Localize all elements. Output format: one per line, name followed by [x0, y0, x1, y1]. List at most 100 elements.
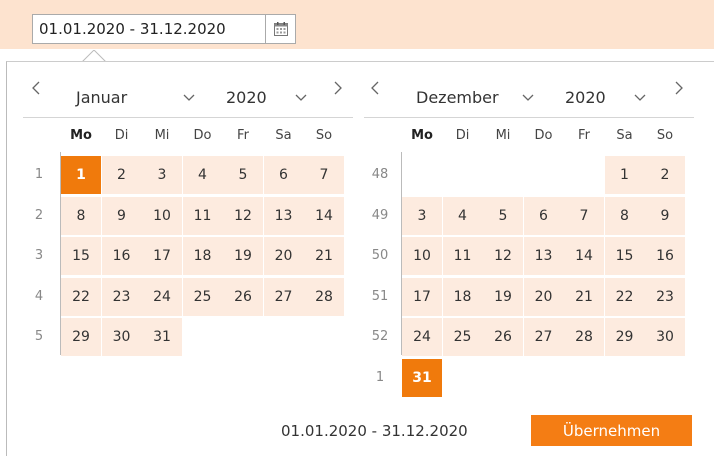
day-cell[interactable]: 19	[223, 237, 263, 275]
day-cell[interactable]: 29	[604, 318, 645, 356]
day-cell[interactable]: 27	[523, 318, 564, 356]
day-cell[interactable]: 1	[604, 156, 645, 194]
week-number: 51	[371, 288, 389, 304]
next-month-button[interactable]	[674, 80, 684, 101]
day-cell[interactable]: 14	[304, 196, 344, 235]
day-cell[interactable]: 30	[645, 318, 685, 356]
month-select[interactable]: Januar	[76, 88, 127, 107]
calendar-header: Dezember 2020	[364, 62, 694, 118]
day-cell[interactable]: 2	[101, 156, 142, 194]
day-cell[interactable]: 11	[442, 237, 483, 275]
day-cell[interactable]: 7	[564, 196, 604, 235]
day-cell[interactable]: 26	[223, 277, 263, 316]
calendar-header: Januar 2020	[23, 62, 353, 118]
day-cell[interactable]: 8	[604, 196, 645, 235]
day-cell[interactable]: 16	[645, 237, 685, 275]
day-cell[interactable]: 12	[223, 196, 263, 235]
day-cell[interactable]: 20	[523, 277, 564, 316]
day-cell[interactable]: 22	[61, 277, 101, 316]
day-cell[interactable]: 13	[263, 196, 304, 235]
day-cell[interactable]: 28	[304, 277, 344, 316]
day-cell[interactable]: 4	[442, 196, 483, 235]
day-cell[interactable]: 6	[263, 156, 304, 194]
day-cell[interactable]: 25	[442, 318, 483, 356]
day-cell[interactable]: 5	[223, 156, 263, 194]
weekday-label: So	[315, 128, 333, 143]
weekday-label: Di	[114, 128, 129, 143]
day-cell[interactable]: 11	[182, 196, 223, 235]
day-cell[interactable]: 24	[142, 277, 182, 316]
day-cell[interactable]: 23	[101, 277, 142, 316]
day-cell[interactable]: 3	[142, 156, 182, 194]
day-cell[interactable]: 4	[182, 156, 223, 194]
date-range-popup: Januar 2020 Mo Di Mi Do Fr Sa So 1 1 2 3 4 5 6 7 2 8 9 10 1…	[6, 61, 714, 456]
day-cell[interactable]: 24	[402, 318, 442, 356]
day-cell[interactable]: 26	[483, 318, 523, 356]
weekday-label: Mi	[495, 128, 511, 143]
day-cell[interactable]: 19	[483, 277, 523, 316]
day-cell[interactable]: 21	[564, 277, 604, 316]
chevron-down-icon	[522, 94, 534, 101]
day-cell[interactable]: 10	[402, 237, 442, 275]
year-dropdown-button[interactable]	[634, 88, 646, 107]
day-cell[interactable]: 9	[645, 196, 685, 235]
day-cell[interactable]: 18	[182, 237, 223, 275]
prev-month-button[interactable]	[31, 80, 41, 101]
week-number: 50	[371, 248, 389, 263]
day-cell[interactable]: 6	[523, 196, 564, 235]
day-cell[interactable]: 3	[402, 196, 442, 235]
prev-month-button[interactable]	[370, 80, 380, 101]
day-cell[interactable]: 30	[101, 318, 142, 356]
chevron-right-icon	[334, 81, 342, 95]
day-cell[interactable]: 7	[304, 156, 344, 194]
apply-button[interactable]: Übernehmen	[531, 415, 692, 446]
month-dropdown-button[interactable]	[522, 88, 534, 107]
weekday-label: Sa	[275, 128, 292, 143]
day-cell[interactable]: 20	[263, 237, 304, 275]
day-cell[interactable]: 16	[101, 237, 142, 275]
chevron-right-icon	[675, 81, 683, 95]
week-number: 48	[371, 167, 389, 182]
day-cell[interactable]: 9	[101, 196, 142, 235]
day-cell[interactable]: 15	[604, 237, 645, 275]
year-select[interactable]: 2020	[226, 88, 267, 107]
day-cell[interactable]: 22	[604, 277, 645, 316]
weekday-label: So	[656, 128, 674, 143]
day-cell[interactable]: 25	[182, 277, 223, 316]
calendar-january: Januar 2020 Mo Di Mi Do Fr Sa So 1 1 2 3 4 5 6 7 2 8 9 10 1…	[23, 62, 353, 356]
calendar-button[interactable]	[266, 14, 296, 44]
next-month-button[interactable]	[333, 80, 343, 101]
chevron-down-icon	[295, 94, 307, 101]
month-dropdown-button[interactable]	[183, 88, 195, 107]
day-cell[interactable]: 17	[402, 277, 442, 316]
day-cell[interactable]: 8	[61, 196, 101, 235]
day-cell[interactable]: 18	[442, 277, 483, 316]
selected-day-cell[interactable]: 1	[61, 156, 101, 194]
day-cell[interactable]: 10	[142, 196, 182, 235]
week-number: 1	[34, 167, 44, 182]
day-cell[interactable]: 5	[483, 196, 523, 235]
weekday-label: Do	[534, 128, 553, 143]
date-range-input[interactable]	[32, 14, 266, 44]
year-dropdown-button[interactable]	[295, 88, 307, 107]
day-cell[interactable]: 28	[564, 318, 604, 356]
calendar-icon	[273, 22, 288, 36]
weekday-label: Sa	[616, 128, 633, 143]
day-cell[interactable]: 21	[304, 237, 344, 275]
day-cell[interactable]: 17	[142, 237, 182, 275]
day-cell[interactable]: 15	[61, 237, 101, 275]
weekday-label: Fr	[237, 128, 249, 143]
day-cell[interactable]: 14	[564, 237, 604, 275]
day-cell[interactable]: 2	[645, 156, 685, 194]
year-select[interactable]: 2020	[565, 88, 606, 107]
month-select[interactable]: Dezember	[416, 88, 499, 107]
day-cell[interactable]: 29	[61, 318, 101, 356]
day-cell[interactable]: 13	[523, 237, 564, 275]
weekday-label: Fr	[578, 128, 590, 143]
day-cell[interactable]: 31	[142, 318, 182, 356]
day-cell[interactable]: 12	[483, 237, 523, 275]
day-cell[interactable]: 27	[263, 277, 304, 316]
weekday-label: Mo	[411, 128, 433, 143]
selected-day-cell[interactable]: 31	[402, 358, 442, 397]
day-cell[interactable]: 23	[645, 277, 685, 316]
